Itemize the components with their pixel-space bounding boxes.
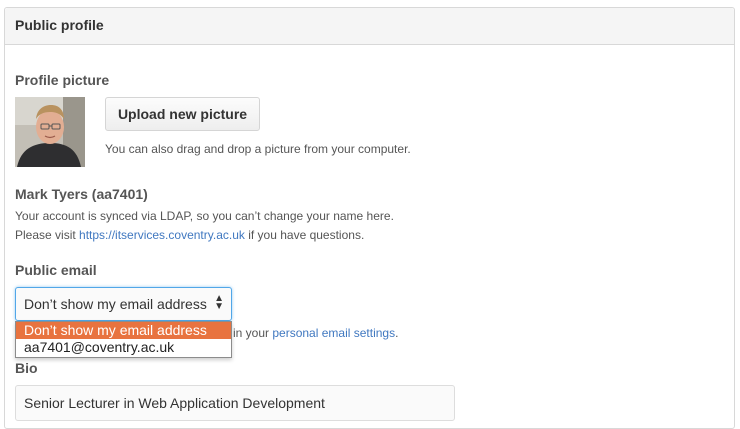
profile-picture-label: Profile picture (15, 72, 110, 88)
email-settings-hint: in your personal email settings. (233, 324, 398, 343)
bio-label: Bio (15, 360, 38, 376)
email-option-address[interactable]: aa7401@coventry.ac.uk (16, 339, 231, 356)
user-name-heading: Mark Tyers (aa7401) (15, 186, 148, 202)
itservices-link[interactable]: https://itservices.coventry.ac.uk (79, 228, 245, 242)
select-arrows-icon: ▲ ▼ (214, 293, 224, 312)
ldap-note-line2: Please visit https://itservices.coventry… (15, 226, 715, 245)
public-email-selected-value: Don’t show my email address (24, 296, 207, 312)
public-email-select[interactable]: Don’t show my email address ▲ ▼ (15, 287, 232, 321)
ldap-note-prefix: Please visit (15, 228, 80, 242)
bio-textarea[interactable]: Senior Lecturer in Web Application Devel… (15, 385, 455, 421)
email-option-hide[interactable]: Don’t show my email address (16, 322, 231, 339)
panel-header: Public profile (5, 8, 734, 45)
ldap-note-line1: Your account is synced via LDAP, so you … (15, 209, 394, 223)
public-email-label: Public email (15, 262, 97, 278)
panel-title: Public profile (15, 17, 104, 33)
avatar (15, 97, 85, 167)
bio-text: Senior Lecturer in Web Application Devel… (24, 395, 325, 411)
public-email-dropdown[interactable]: Don’t show my email address aa7401@coven… (15, 321, 232, 358)
email-settings-hint-end: . (395, 326, 399, 340)
upload-hint: You can also drag and drop a picture fro… (105, 142, 411, 156)
personal-email-settings-link[interactable]: personal email settings (272, 326, 395, 340)
avatar-photo-icon (15, 97, 85, 167)
ldap-note: Your account is synced via LDAP, so you … (15, 207, 715, 245)
ldap-note-suffix: if you have questions. (244, 228, 365, 242)
email-settings-hint-text: in your (233, 326, 273, 340)
upload-picture-button[interactable]: Upload new picture (105, 97, 260, 131)
